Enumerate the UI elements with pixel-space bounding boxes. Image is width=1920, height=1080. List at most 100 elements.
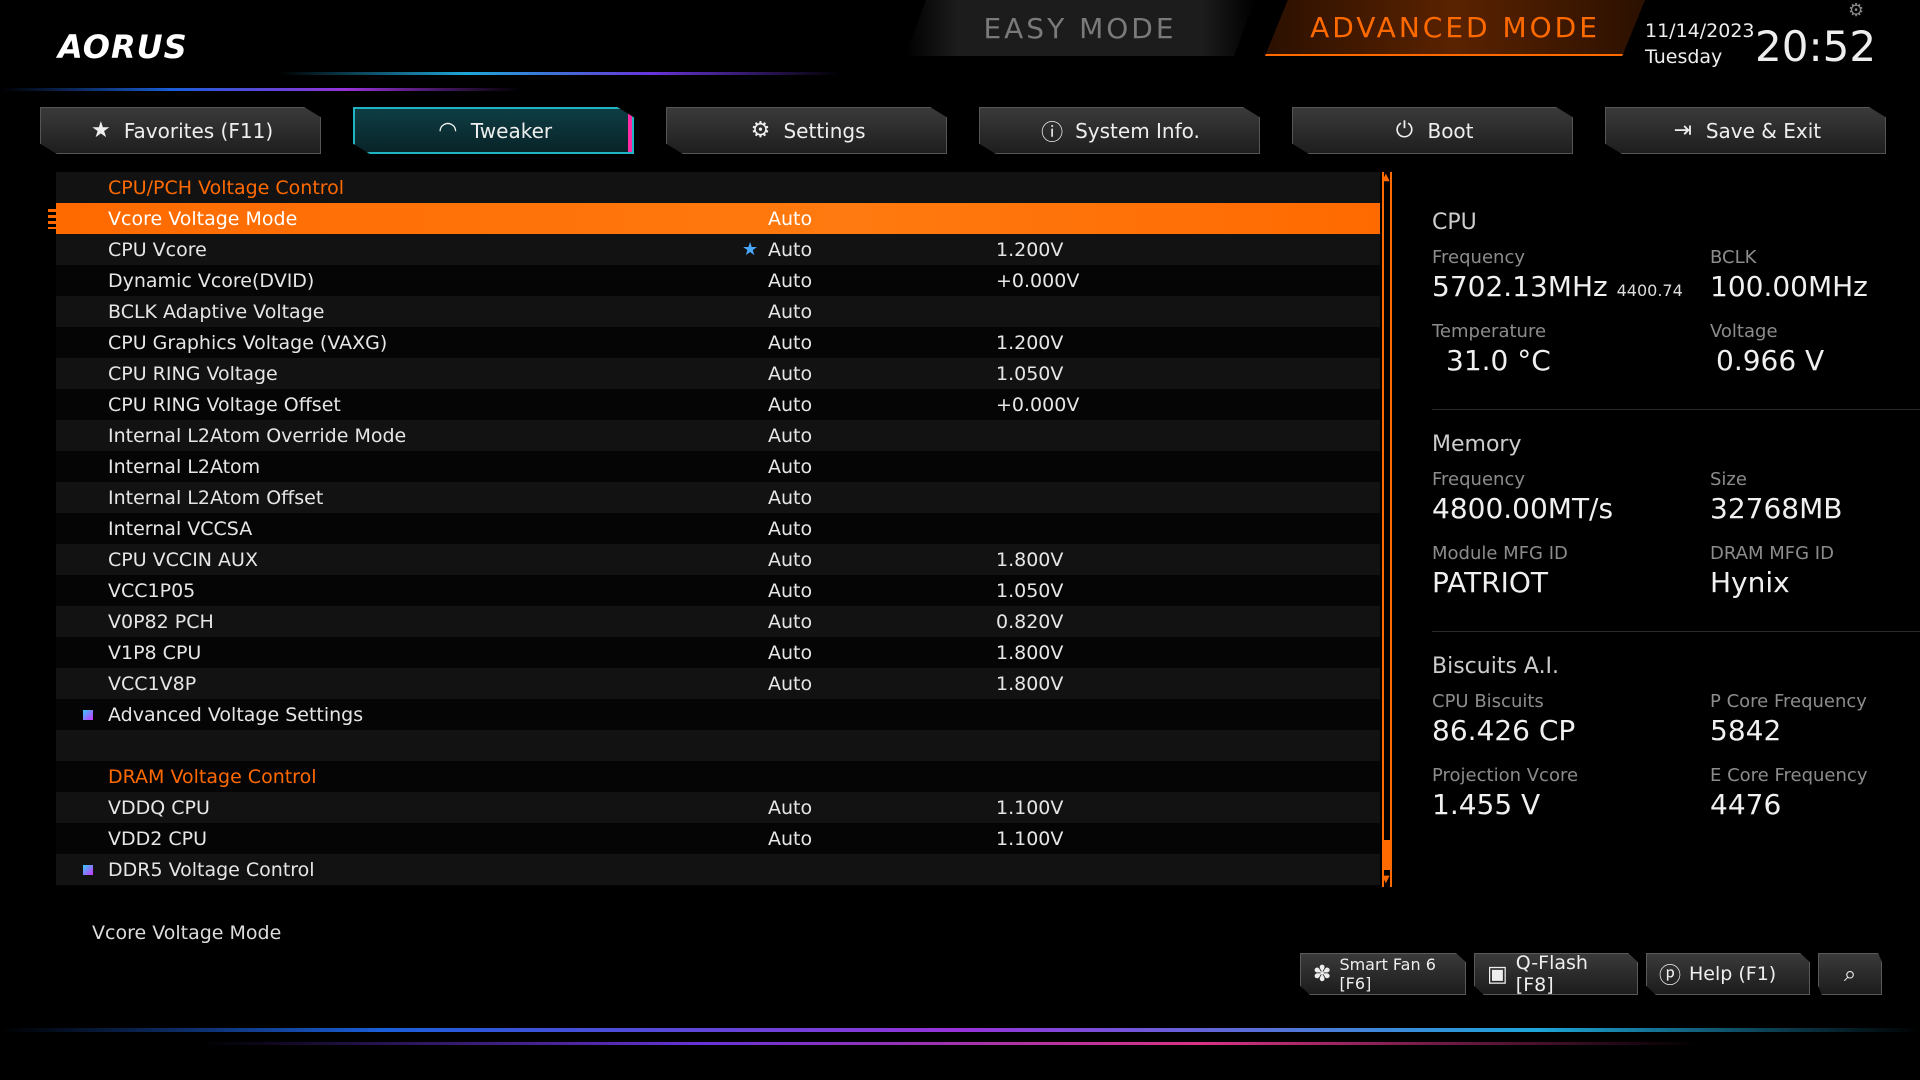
setting-row[interactable]: CPU VCCIN AUX Auto 1.800V	[56, 544, 1380, 575]
bclk-label: BCLK	[1710, 247, 1757, 268]
section-header-dram: DRAM Voltage Control	[56, 761, 1380, 792]
power-icon: ⏻	[1395, 118, 1414, 143]
row-value: Auto	[768, 486, 813, 509]
main-tabs: ★ Favorites (F11) ◠ Tweaker ⚙ Settings ⓘ Sys…	[40, 107, 1886, 154]
cpu-biscuits-value: 86.426 CP	[1432, 714, 1576, 747]
cpu-voltage-label: Voltage	[1710, 321, 1778, 342]
cpu-temperature-label: Temperature	[1432, 321, 1547, 342]
setting-row-vcore-voltage-mode[interactable]: Vcore Voltage Mode Auto	[48, 203, 1380, 234]
setting-row[interactable]: BCLK Adaptive Voltage Auto	[56, 296, 1380, 327]
cpu-frequency-label: Frequency	[1432, 247, 1525, 268]
row-current: +0.000V	[996, 393, 1080, 416]
row-value: Auto	[768, 362, 813, 385]
gear-icon[interactable]: ⚙	[1848, 0, 1864, 21]
row-name: Internal VCCSA	[108, 517, 253, 540]
setting-row[interactable]: Dynamic Vcore(DVID) Auto +0.000V	[56, 265, 1380, 296]
row-name: VCC1V8P	[108, 672, 197, 695]
q-flash-button[interactable]: ▣ Q-Flash [F8]	[1474, 953, 1638, 995]
setting-row[interactable]: VDD2 CPU Auto 1.100V	[56, 823, 1380, 854]
setting-row[interactable]: V0P82 PCH Auto 0.820V	[56, 606, 1380, 637]
cpu-voltage-value: 0.966 V	[1716, 344, 1825, 377]
setting-row[interactable]: CPU RING Voltage Auto 1.050V	[56, 358, 1380, 389]
row-name: CPU Vcore	[108, 238, 207, 261]
help-button[interactable]: ⓟ Help (F1)	[1646, 953, 1810, 995]
row-value: Auto	[768, 269, 813, 292]
row-name: Vcore Voltage Mode	[108, 207, 298, 230]
tab-system-info[interactable]: ⓘ System Info.	[979, 107, 1260, 154]
submenu-bullet-icon	[83, 709, 93, 720]
submenu-advanced-voltage-settings[interactable]: Advanced Voltage Settings	[56, 699, 1380, 730]
row-name: V1P8 CPU	[108, 641, 202, 664]
row-name: Advanced Voltage Settings	[108, 703, 364, 726]
scroll-up-arrow-icon[interactable]: ▲	[1382, 172, 1390, 183]
memory-size-label: Size	[1710, 469, 1747, 490]
tab-favorites[interactable]: ★ Favorites (F11)	[40, 107, 321, 154]
cpu-info-group: CPU Frequency 5702.13MHz 4400.74 BCLK 100.…	[1432, 210, 1920, 387]
setting-row-cpu-vcore[interactable]: CPU Vcore ★ Auto 1.200V	[56, 234, 1380, 265]
setting-row[interactable]: Internal VCCSA Auto	[56, 513, 1380, 544]
scroll-down-arrow-icon[interactable]: ▼	[1382, 874, 1390, 885]
divider	[1432, 409, 1920, 410]
row-current: 1.800V	[996, 548, 1064, 571]
biscuits-title: Biscuits A.I.	[1432, 654, 1560, 679]
tab-settings[interactable]: ⚙ Settings	[666, 107, 947, 154]
cpu-biscuits-label: CPU Biscuits	[1432, 691, 1544, 712]
setting-row[interactable]: Internal L2Atom Offset Auto	[56, 482, 1380, 513]
row-name: DDR5 Voltage Control	[108, 858, 315, 881]
row-name: VDDQ CPU	[108, 796, 210, 819]
memory-size-value: 32768MB	[1710, 492, 1843, 525]
list-scrollbar[interactable]	[1382, 172, 1392, 887]
row-name: Internal L2Atom Offset	[108, 486, 324, 509]
row-value: Auto	[768, 424, 813, 447]
tab-label: Settings	[783, 118, 866, 143]
row-name: V0P82 PCH	[108, 610, 214, 633]
setting-row[interactable]: V1P8 CPU Auto 1.800V	[56, 637, 1380, 668]
row-value: Auto	[768, 827, 813, 850]
selection-marker	[48, 209, 88, 229]
cpu-title: CPU	[1432, 210, 1477, 235]
setting-row[interactable]: Internal L2Atom Override Mode Auto	[56, 420, 1380, 451]
tab-label: Tweaker	[470, 118, 553, 143]
biscuits-info-group: Biscuits A.I. CPU Biscuits 86.426 CP P Co…	[1432, 654, 1920, 831]
tab-boot[interactable]: ⏻ Boot	[1292, 107, 1573, 154]
memory-title: Memory	[1432, 432, 1522, 457]
easy-mode-button[interactable]: EASY MODE	[905, 0, 1255, 56]
submenu-ddr5-voltage-control[interactable]: DDR5 Voltage Control	[56, 854, 1380, 885]
decor-streak	[0, 88, 520, 91]
setting-row[interactable]: VCC1V8P Auto 1.800V	[56, 668, 1380, 699]
setting-row[interactable]: VDDQ CPU Auto 1.100V	[56, 792, 1380, 823]
setting-row[interactable]: CPU Graphics Voltage (VAXG) Auto 1.200V	[56, 327, 1380, 358]
tab-label: Boot	[1427, 118, 1474, 143]
row-name: CPU RING Voltage Offset	[108, 393, 341, 416]
star-icon: ★	[90, 118, 111, 143]
info-icon: ⓘ	[1041, 120, 1064, 146]
tab-tweaker[interactable]: ◠ Tweaker	[353, 107, 634, 154]
cpu-frequency-main: 5702.13MHz	[1432, 270, 1608, 303]
row-current: 1.200V	[996, 331, 1064, 354]
row-current: 1.100V	[996, 796, 1064, 819]
advanced-mode-button[interactable]: ADVANCED MODE	[1265, 0, 1645, 56]
row-value: Auto	[768, 238, 813, 261]
tab-label: System Info.	[1075, 118, 1200, 143]
row-value: Auto	[768, 393, 813, 416]
setting-row[interactable]: CPU RING Voltage Offset Auto +0.000V	[56, 389, 1380, 420]
scrollbar-thumb[interactable]	[1384, 840, 1390, 870]
setting-row[interactable]: Internal L2Atom Auto	[56, 451, 1380, 482]
row-name: Internal L2Atom Override Mode	[108, 424, 407, 447]
row-value: Auto	[768, 331, 813, 354]
row-value: Auto	[768, 796, 813, 819]
search-button[interactable]: ⌕	[1818, 953, 1882, 995]
bottom-toolbar: ✽ Smart Fan 6 [F6] ▣ Q-Flash [F8] ⓟ Help (F…	[1300, 953, 1882, 995]
button-label: Help (F1)	[1689, 963, 1777, 985]
divider	[1432, 631, 1920, 632]
memory-info-group: Memory Frequency 4800.00MT/s Size 32768MB …	[1432, 432, 1920, 609]
smart-fan-button[interactable]: ✽ Smart Fan 6 [F6]	[1300, 953, 1466, 995]
row-name: Internal L2Atom	[108, 455, 261, 478]
fan-icon: ✽	[1313, 961, 1332, 987]
cpu-temperature-value: 31.0 °C	[1446, 344, 1551, 377]
setting-row[interactable]: VCC1P05 Auto 1.050V	[56, 575, 1380, 606]
tab-save-exit[interactable]: ⇥ Save & Exit	[1605, 107, 1886, 154]
row-value: Auto	[768, 207, 813, 230]
row-name: CPU VCCIN AUX	[108, 548, 258, 571]
row-name: Dynamic Vcore(DVID)	[108, 269, 315, 292]
